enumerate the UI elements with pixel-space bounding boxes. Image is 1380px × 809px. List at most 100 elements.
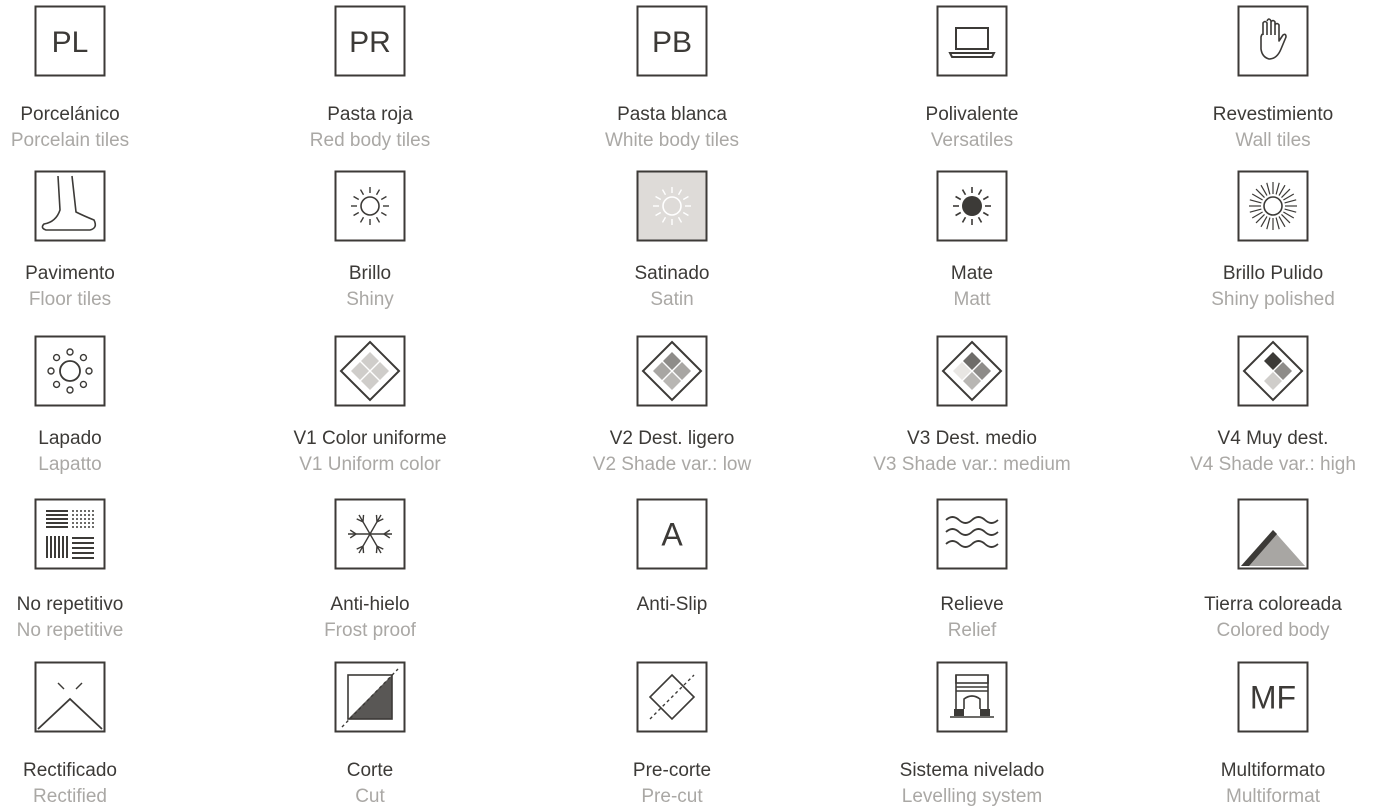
waves-icon [936, 498, 1008, 570]
colored-body-icon [1237, 498, 1309, 570]
label-en: Floor tiles [28, 289, 112, 310]
legend-item: PL Porcelánico Porcelain tiles [0, 5, 190, 156]
label-en: V2 Shade var.: low [592, 454, 752, 475]
label-es: Polivalente [925, 104, 1019, 125]
legend-item: No repetitivo No repetitive [0, 498, 190, 646]
hand-icon [1237, 5, 1309, 77]
legend-item: Corte Cut [250, 661, 490, 809]
label-en: Relief [947, 620, 997, 641]
sun-satin-icon [636, 170, 708, 242]
legend-item: V1 Color uniforme V1 Uniform color [250, 335, 490, 480]
label-es: Sistema nivelado [899, 760, 1045, 781]
levelling-icon [936, 661, 1008, 733]
label-en: No repetitive [16, 620, 124, 641]
label-es: No repetitivo [16, 594, 124, 615]
legend-item: Polivalente Versatiles [852, 5, 1092, 156]
legend-item: Brillo Shiny [250, 170, 490, 315]
svg-text:PL: PL [52, 26, 89, 59]
label-en: White body tiles [604, 130, 740, 151]
label-es: Pre-corte [632, 760, 712, 781]
label-en: Shiny polished [1211, 289, 1335, 310]
label-en: Rectified [33, 786, 107, 807]
svg-text:PB: PB [652, 26, 692, 59]
laptop-icon [936, 5, 1008, 77]
label-es: Revestimiento [1212, 104, 1334, 125]
legend-item: PB Pasta blanca White body tiles [552, 5, 792, 156]
legend-item: Mate Matt [852, 170, 1092, 315]
svg-text:A: A [661, 517, 683, 553]
label-en: Red body tiles [309, 130, 431, 151]
label-es: Pavimento [25, 263, 115, 284]
label-es: V3 Dest. medio [907, 428, 1037, 449]
legend-item: Rectificado Rectified [0, 661, 190, 809]
cut-icon [334, 661, 406, 733]
label-en: V3 Shade var.: medium [873, 454, 1071, 475]
legend-item: Anti-hielo Frost proof [250, 498, 490, 646]
label-es: Brillo Pulido [1222, 263, 1324, 284]
pl-text-icon: PL [34, 5, 106, 77]
lapado-icon [34, 335, 106, 407]
a-text-icon: A [636, 498, 708, 570]
label-es: Brillo [348, 263, 392, 284]
legend-item: Brillo Pulido Shiny polished [1153, 170, 1380, 315]
shade-v3-icon [936, 335, 1008, 407]
label-en: Satin [650, 289, 694, 310]
legend-item: A Anti-Slip [552, 498, 792, 646]
pr-text-icon: PR [334, 5, 406, 77]
legend-item: Tierra coloreada Colored body [1153, 498, 1380, 646]
label-es: Anti-Slip [636, 594, 708, 615]
shade-v1-icon [334, 335, 406, 407]
label-es: Anti-hielo [330, 594, 410, 615]
sun-polished-icon [1237, 170, 1309, 242]
label-es: Mate [950, 263, 994, 284]
legend-item: Satinado Satin [552, 170, 792, 315]
legend-item: PR Pasta roja Red body tiles [250, 5, 490, 156]
label-es: Corte [346, 760, 394, 781]
shade-v2-icon [636, 335, 708, 407]
label-en: Shiny [346, 289, 394, 310]
sun-outline-icon [334, 170, 406, 242]
precut-icon [636, 661, 708, 733]
label-es: Relieve [940, 594, 1004, 615]
label-en: Versatiles [930, 130, 1014, 151]
legend-item: V4 Muy dest. V4 Shade var.: high [1153, 335, 1380, 480]
label-es: Satinado [634, 263, 710, 284]
label-en: Levelling system [901, 786, 1043, 807]
legend-item: V2 Dest. ligero V2 Shade var.: low [552, 335, 792, 480]
snowflake-icon [334, 498, 406, 570]
shade-v4-icon [1237, 335, 1309, 407]
label-en: V4 Shade var.: high [1190, 454, 1356, 475]
sun-filled-icon [936, 170, 1008, 242]
mf-text-icon: MF [1237, 661, 1309, 733]
label-en: Colored body [1216, 620, 1330, 641]
legend-item: Sistema nivelado Levelling system [852, 661, 1092, 809]
legend-item: Pavimento Floor tiles [0, 170, 190, 315]
label-es: Pasta blanca [617, 104, 727, 125]
label-en: V1 Uniform color [299, 454, 441, 475]
pb-text-icon: PB [636, 5, 708, 77]
legend-item: Lapado Lapatto [0, 335, 190, 480]
rectified-icon [34, 661, 106, 733]
legend-item: Pre-corte Pre-cut [552, 661, 792, 809]
label-en: Pre-cut [641, 786, 703, 807]
legend-item: MF Multiformato Multiformat [1153, 661, 1380, 809]
label-en: Frost proof [324, 620, 416, 641]
label-es: Lapado [38, 428, 102, 449]
label-en: Lapatto [38, 454, 102, 475]
label-es: Multiformato [1220, 760, 1326, 781]
foot-icon [34, 170, 106, 242]
label-en: Matt [953, 289, 991, 310]
label-es: V1 Color uniforme [293, 428, 447, 449]
label-es: Pasta roja [327, 104, 413, 125]
label-es: Porcelánico [20, 104, 120, 125]
svg-text:MF: MF [1250, 680, 1296, 716]
label-es: Tierra coloreada [1204, 594, 1342, 615]
label-en: Wall tiles [1235, 130, 1311, 151]
pattern-icon [34, 498, 106, 570]
label-en: Cut [355, 786, 385, 807]
label-es: V4 Muy dest. [1217, 428, 1329, 449]
label-es: Rectificado [23, 760, 117, 781]
label-es: V2 Dest. ligero [609, 428, 735, 449]
label-en: Multiformat [1226, 786, 1320, 807]
legend-item: V3 Dest. medio V3 Shade var.: medium [852, 335, 1092, 480]
